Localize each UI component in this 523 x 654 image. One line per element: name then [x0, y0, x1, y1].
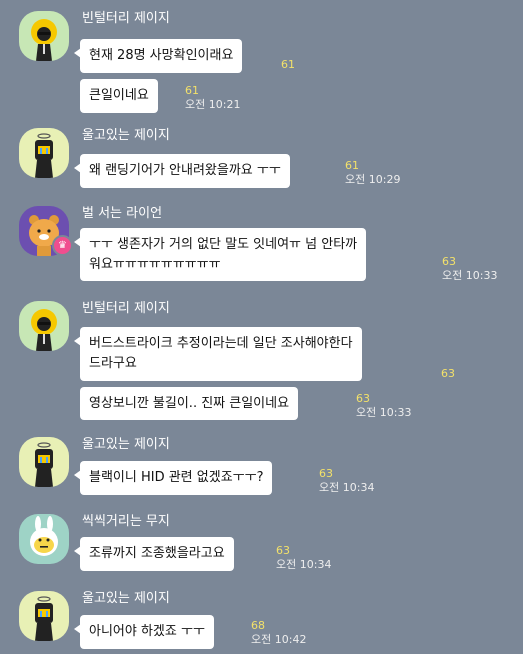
unread-count: 63: [319, 467, 333, 480]
unread-count: 68: [251, 619, 265, 632]
timestamp: 오전 10:29: [345, 173, 401, 186]
sender-name: 울고있는 제이지: [82, 128, 170, 143]
unread-count: 63: [276, 544, 290, 557]
message-meta: 63: [441, 367, 455, 380]
jayg-avatar-icon[interactable]: [19, 301, 69, 351]
message-text: 조류까지 조종했을라고요: [89, 546, 225, 561]
message-meta: 63 오전 10:33: [442, 255, 497, 282]
message-meta: 68 오전 10:42: [251, 619, 306, 646]
timestamp: 오전 10:42: [251, 633, 307, 646]
message-bubble[interactable]: ㅜㅜ 생존자가 거의 없단 말도 잇네여ㅠ 넘 안타까 워요ㅠㅠㅠㅠㅠㅠㅠㅠㅠ: [73, 228, 367, 281]
message-bubble[interactable]: 블랙이니 HID 관련 없겠죠ㅜㅜ?: [73, 461, 273, 495]
message-bubble[interactable]: 왜 랜딩기어가 안내려왔을까요 ㅜㅜ: [74, 154, 290, 188]
crown-icon: ♛: [52, 235, 73, 256]
crying-jayg-avatar-icon[interactable]: [19, 128, 69, 178]
crying-jayg-avatar-icon[interactable]: [19, 437, 69, 487]
crying-jayg-avatar-icon[interactable]: [19, 591, 69, 641]
jayg-avatar-icon[interactable]: [19, 11, 69, 61]
message-text: 블랙이니 HID 관련 없겠죠ㅜㅜ?: [89, 470, 264, 485]
message-bubble[interactable]: 조류까지 조종했을라고요: [74, 537, 234, 571]
message-meta: 61: [281, 58, 295, 71]
message-meta: 61 오전 10:21: [185, 84, 240, 111]
message-text-line: 버드스트라이크 추정이라는데 일단 조사해야한다: [89, 336, 353, 351]
unread-count: 63: [441, 367, 455, 380]
sender-name: 씩씩거리는 무지: [82, 514, 170, 529]
timestamp: 오전 10:34: [319, 481, 375, 494]
message-text-line: 워요ㅠㅠㅠㅠㅠㅠㅠㅠㅠ: [89, 257, 221, 272]
timestamp: 오전 10:21: [185, 98, 241, 111]
message-text-line: ㅜㅜ 생존자가 거의 없단 말도 잇네여ㅠ 넘 안타까: [89, 237, 358, 252]
message-bubble[interactable]: 영상보니깐 불길이.. 진짜 큰일이네요: [80, 387, 299, 420]
unread-count: 61: [345, 159, 359, 172]
timestamp: 오전 10:33: [442, 269, 498, 282]
unread-count: 63: [442, 255, 456, 268]
message-bubble[interactable]: 버드스트라이크 추정이라는데 일단 조사해야한다 드라구요: [74, 327, 362, 381]
message-text: 영상보니깐 불길이.. 진짜 큰일이네요: [89, 396, 290, 411]
unread-count: 63: [356, 392, 370, 405]
unread-count: 61: [281, 58, 295, 71]
timestamp: 오전 10:34: [276, 558, 332, 571]
message-text: 현재 28명 사망확인이래요: [89, 48, 234, 63]
unread-count: 61: [185, 84, 199, 97]
message-text: 큰일이네요: [89, 88, 149, 103]
muzi-avatar-icon[interactable]: [19, 514, 69, 564]
sender-name: 울고있는 제이지: [82, 437, 170, 452]
message-meta: 63 오전 10:34: [276, 544, 331, 571]
message-meta: 63 오전 10:33: [356, 392, 411, 419]
message-bubble[interactable]: 아니어야 하겠죠 ㅜㅜ: [74, 615, 214, 649]
sender-name: 빈털터리 제이지: [82, 11, 170, 26]
sender-name: 울고있는 제이지: [82, 591, 170, 606]
sender-name: 벌 서는 라이언: [82, 206, 163, 221]
message-bubble[interactable]: 큰일이네요: [80, 79, 158, 113]
timestamp: 오전 10:33: [356, 406, 412, 419]
message-text: 아니어야 하겠죠 ㅜㅜ: [89, 624, 205, 639]
message-meta: 63 오전 10:34: [319, 467, 374, 494]
message-text: 왜 랜딩기어가 안내려왔을까요 ㅜㅜ: [89, 163, 281, 178]
message-text-line: 드라구요: [89, 356, 137, 371]
message-meta: 61 오전 10:29: [345, 159, 400, 186]
sender-name: 빈털터리 제이지: [82, 301, 170, 316]
message-bubble[interactable]: 현재 28명 사망확인이래요: [73, 39, 243, 73]
